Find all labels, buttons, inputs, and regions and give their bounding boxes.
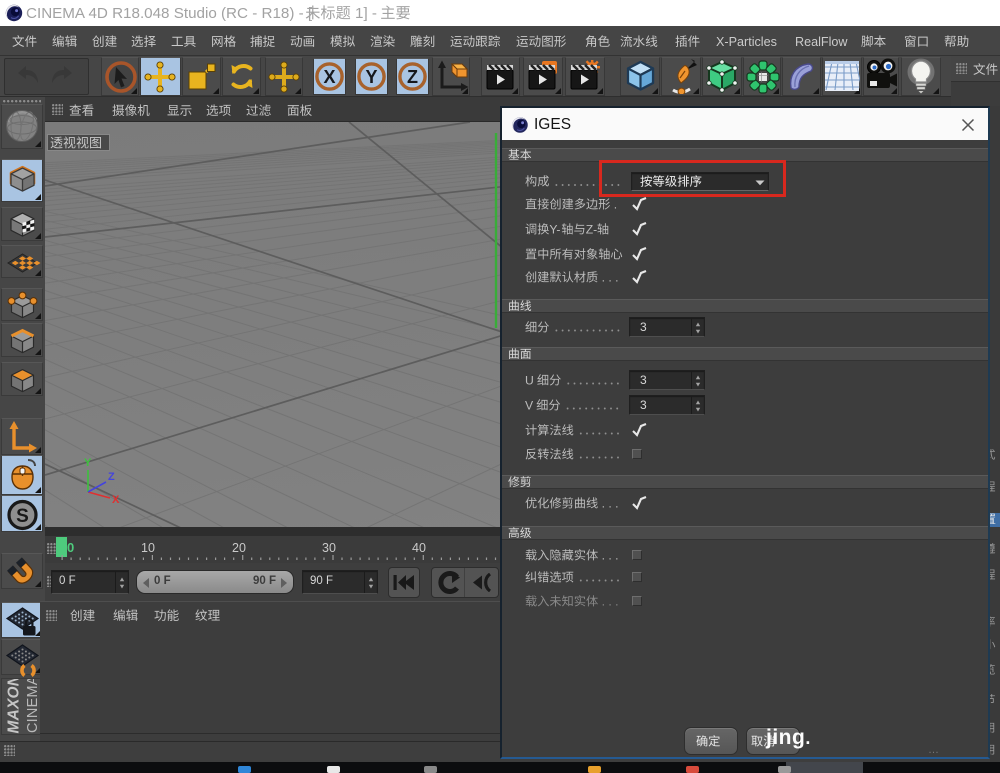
svg-text:Y: Y (365, 67, 377, 87)
svg-text:Y: Y (84, 457, 92, 469)
svg-text:X: X (323, 67, 335, 87)
svg-text:Z: Z (108, 471, 115, 483)
svg-text:X: X (112, 494, 120, 506)
svg-text:Z: Z (407, 67, 418, 87)
svg-text:S: S (16, 506, 29, 527)
